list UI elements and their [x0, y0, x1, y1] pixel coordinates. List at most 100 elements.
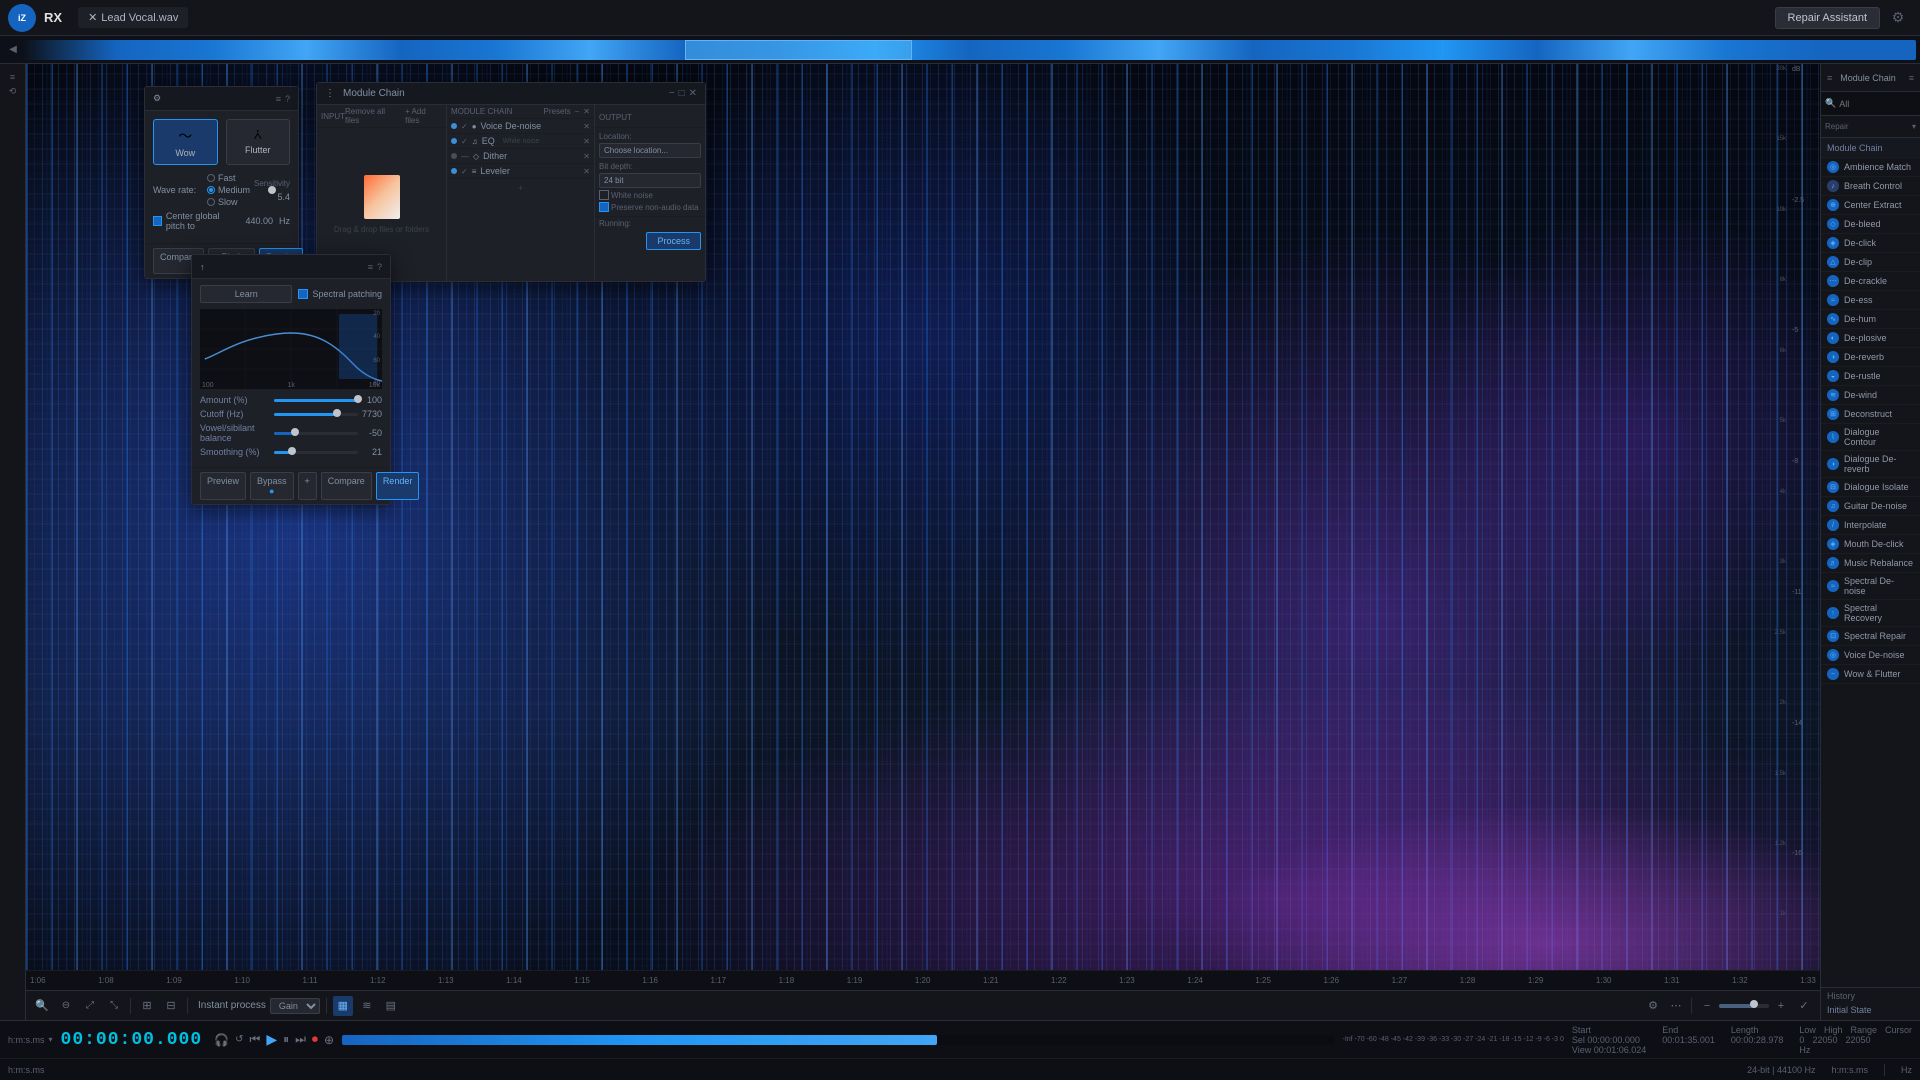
collapse-icon[interactable]: ◀ [9, 44, 17, 55]
chain-x-btn[interactable]: ✕ [583, 107, 590, 116]
chain-x-4[interactable]: ✕ [583, 167, 590, 176]
module-item-de-crackle[interactable]: ⋯ De-crackle [1821, 272, 1920, 291]
module-item-de-hum[interactable]: ∿ De-hum [1821, 310, 1920, 329]
batch-expand[interactable]: □ [679, 88, 685, 99]
chain-x-2[interactable]: ✕ [583, 137, 590, 146]
module-item-dialogue-isolate[interactable]: ⊟ Dialogue Isolate [1821, 478, 1920, 497]
record-icon[interactable]: ⏺ [312, 1032, 318, 1047]
zoom-slider[interactable] [1719, 1004, 1769, 1008]
wow-mode-button[interactable]: 〜 Wow [153, 119, 218, 165]
headphone-icon[interactable]: 🎧 [214, 1033, 229, 1047]
module-item-de-bleed[interactable]: ◇ De-bleed [1821, 215, 1920, 234]
add-files-btn[interactable]: + Add files [405, 107, 442, 125]
zoom-v-icon[interactable]: ⊟ [161, 996, 181, 1016]
spectrogram[interactable]: dB -2.5 -5 -8 -11 -14 -16 -20 20k 15k 10… [26, 64, 1820, 990]
timeline-ruler[interactable]: 1:061:081:091:101:11 1:121:131:141:151:1… [26, 970, 1820, 990]
module-item-interpolate[interactable]: / Interpolate [1821, 516, 1920, 535]
module-item-de-clip[interactable]: △ De-clip [1821, 253, 1920, 272]
spect-toggle-icon[interactable]: ▤ [381, 996, 401, 1016]
spectral-preview-btn[interactable]: Preview [200, 472, 246, 500]
zoom-in-h[interactable]: + [1771, 996, 1791, 1016]
settings-icon[interactable]: ⚙ [1892, 9, 1905, 26]
chain-enabled-4[interactable]: ✓ [461, 167, 468, 176]
module-item-dialogue-contour[interactable]: ⌇ Dialogue Contour [1821, 424, 1920, 451]
pause-icon[interactable]: ⏸ [283, 1032, 289, 1047]
module-item-wow-flutter[interactable]: ~ Wow & Flutter [1821, 665, 1920, 684]
module-item-deconstruct[interactable]: ⊞ Deconstruct [1821, 405, 1920, 424]
module-item-mouth-de-click[interactable]: ◈ Mouth De-click [1821, 535, 1920, 554]
zoom-out-h[interactable]: − [1697, 996, 1717, 1016]
zoom-h-icon[interactable]: ⊞ [137, 996, 157, 1016]
chain-add-row[interactable]: + [447, 179, 594, 197]
more-tool-icon[interactable]: ⋯ [1666, 996, 1686, 1016]
medium-radio[interactable]: Medium [207, 185, 250, 195]
smoothing-slider[interactable] [274, 451, 358, 454]
module-item-breath-control[interactable]: ♪ Breath Control [1821, 177, 1920, 196]
learn-button[interactable]: Learn [200, 285, 292, 303]
settings-tool-icon[interactable]: ⚙ [1643, 996, 1663, 1016]
zoom-in-icon[interactable]: 🔍 [32, 996, 52, 1016]
chain-enabled-3[interactable]: — [461, 152, 469, 161]
more-transport-icon[interactable]: ⊕ [324, 1033, 334, 1047]
module-item-ambience-match[interactable]: ◎ Ambience Match [1821, 158, 1920, 177]
spectral-plus-btn[interactable]: + [298, 472, 317, 500]
spectral-compare-btn[interactable]: Compare [321, 472, 372, 500]
play-icon[interactable]: ▶ [266, 1031, 277, 1048]
wave-toggle-icon[interactable]: ≋ [357, 996, 377, 1016]
zoom-fit-icon[interactable]: ⤢ [80, 996, 100, 1016]
loop-icon[interactable]: ↺ [235, 1034, 243, 1045]
time-format-arrow[interactable]: ▾ [49, 1035, 53, 1044]
module-item-spectral-de-noise[interactable]: ≈ Spectral De-noise [1821, 573, 1920, 600]
module-item-dialogue-de-reverb[interactable]: ◑ Dialogue De-reverb [1821, 451, 1920, 478]
fast-radio[interactable]: Fast [207, 173, 250, 183]
preview-check[interactable] [599, 202, 609, 212]
chain-x-1[interactable]: ✕ [583, 122, 590, 131]
spectral-render-btn[interactable]: Render [376, 472, 420, 500]
spectral-patching-check[interactable] [298, 289, 308, 299]
location-choose[interactable]: Choose location... [599, 143, 701, 158]
bit-depth-select[interactable]: 24 bit [599, 173, 701, 188]
spectral-help-icon[interactable]: ? [377, 262, 382, 272]
noise-check[interactable] [599, 190, 609, 200]
cutoff-slider[interactable] [274, 413, 358, 416]
module-item-music-rebalance[interactable]: ♬ Music Rebalance [1821, 554, 1920, 573]
dialog-menu-icon[interactable]: ≡ [276, 94, 281, 104]
remove-all-btn[interactable]: Remove all files [345, 107, 401, 125]
waveform-overview[interactable]: ◀ [0, 36, 1920, 64]
waveform-overview-display[interactable] [22, 40, 1916, 60]
module-item-de-plosive[interactable]: ◐ De-plosive [1821, 329, 1920, 348]
vowel-slider[interactable] [274, 432, 358, 435]
module-list-menu[interactable]: ≡ [1909, 73, 1914, 83]
dialog-help-icon[interactable]: ? [285, 94, 290, 104]
module-item-de-rustle[interactable]: ◒ De-rustle [1821, 367, 1920, 386]
zoom-out-icon[interactable]: ⊖ [56, 996, 76, 1016]
view-toggle-icon[interactable]: ▦ [333, 996, 353, 1016]
left-tool-icon[interactable]: ≡ [10, 72, 15, 82]
module-item-de-ess[interactable]: ≈ De-ess [1821, 291, 1920, 310]
chain-x-3[interactable]: ✕ [583, 152, 590, 161]
spectral-bypass-btn[interactable]: Bypass ● [250, 472, 294, 500]
skip-back-icon[interactable]: ⏮ [250, 1032, 261, 1047]
spectral-menu-icon[interactable]: ≡ [368, 262, 373, 272]
gain-select[interactable]: Gain [270, 998, 320, 1014]
batch-close[interactable]: − [669, 88, 675, 99]
center-pitch-checkbox[interactable] [153, 216, 162, 226]
chain-min-btn[interactable]: − [575, 107, 580, 116]
slow-radio[interactable]: Slow [207, 197, 250, 207]
zoom-sel-icon[interactable]: ⤡ [104, 996, 124, 1016]
tab-lead-vocal[interactable]: ✕ Lead Vocal.wav [78, 7, 188, 28]
module-item-de-click[interactable]: ◈ De-click [1821, 234, 1920, 253]
tab-close-icon[interactable]: ✕ [88, 11, 97, 24]
batch-x[interactable]: ✕ [689, 88, 697, 99]
module-item-de-reverb[interactable]: ◑ De-reverb [1821, 348, 1920, 367]
chain-enabled-1[interactable]: ✓ [461, 122, 468, 131]
module-search-input[interactable] [1839, 99, 1920, 109]
presets-btn[interactable]: Presets [544, 107, 571, 116]
module-item-de-wind[interactable]: ≋ De-wind [1821, 386, 1920, 405]
repair-assistant-button[interactable]: Repair Assistant [1775, 7, 1880, 29]
chain-enabled-2[interactable]: ✓ [461, 137, 468, 146]
skip-fwd-icon[interactable]: ⏭ [295, 1032, 306, 1047]
module-item-guitar-de-noise[interactable]: ♫ Guitar De-noise [1821, 497, 1920, 516]
checkmark-icon[interactable]: ✓ [1794, 996, 1814, 1016]
amount-slider[interactable] [274, 399, 358, 402]
